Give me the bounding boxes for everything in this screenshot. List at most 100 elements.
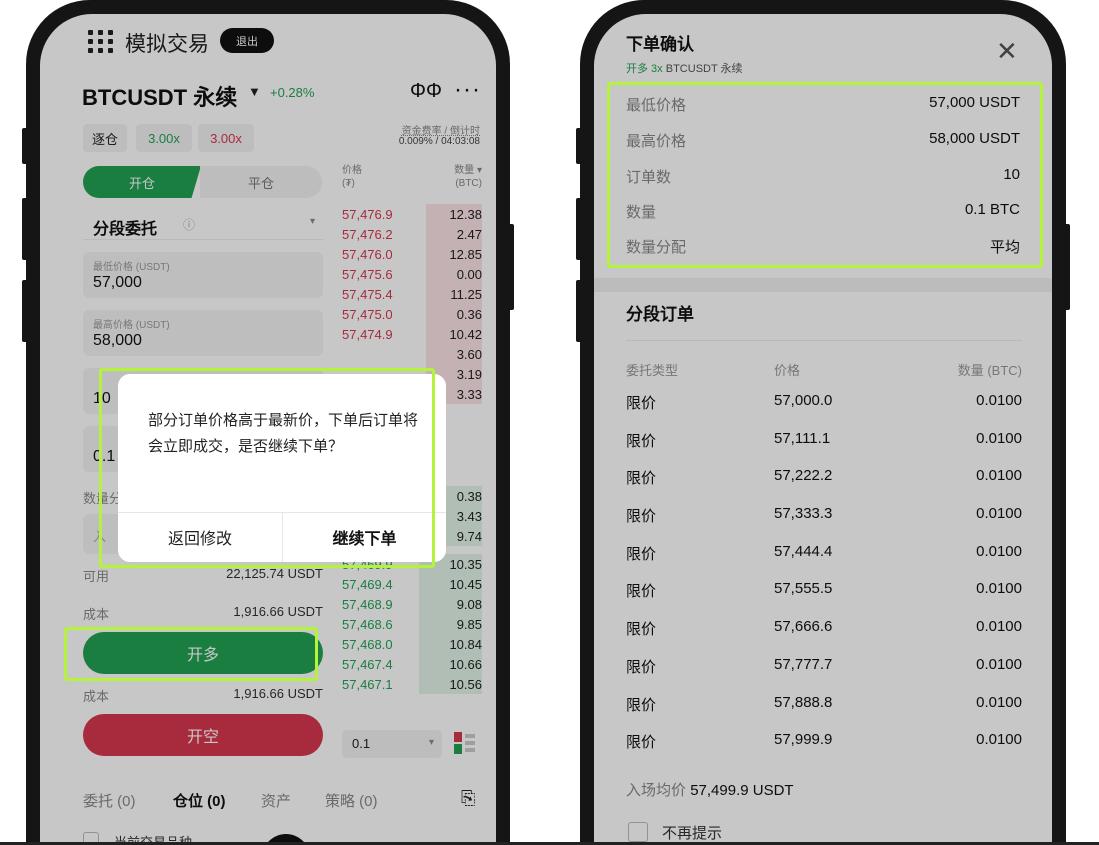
tab-positions[interactable]: 仓位 (0) bbox=[173, 790, 226, 811]
orderbook-layout-icon[interactable] bbox=[454, 732, 476, 754]
more-icon[interactable]: ··· bbox=[454, 76, 481, 104]
dropdown-caret-icon: ▾ bbox=[309, 216, 315, 227]
order-summary: 最低价格 57,000 USDT 最高价格 58,000 USDT 订单数 10 数量… bbox=[610, 84, 1036, 268]
short-leverage-button[interactable]: 3.00x bbox=[198, 124, 254, 152]
tab-open[interactable]: 开仓 bbox=[83, 166, 201, 198]
phone-side-button bbox=[576, 128, 582, 164]
confirm-title: 下单确认 bbox=[626, 35, 694, 54]
orderbook-qty-header[interactable]: 数量 ▾ (BTC) bbox=[422, 164, 482, 190]
order-count-value: 10 bbox=[93, 390, 111, 407]
funding-rate-value: 0.009% / 04:03:08 bbox=[398, 136, 480, 147]
open-long-button[interactable]: 开多 bbox=[83, 632, 323, 674]
table-header: 委托类型 价格 数量 (BTC) bbox=[626, 360, 1022, 378]
tab-close[interactable]: 平仓 bbox=[200, 166, 322, 198]
phone-side-button bbox=[22, 280, 28, 342]
confirm-subtitle: 开多 3x BTCUSDT 永续 bbox=[626, 60, 743, 76]
orderbook-price-unit: (₮) bbox=[342, 178, 355, 189]
phone-side-button bbox=[576, 198, 582, 260]
table-row: 限价 57,333.3 0.0100 bbox=[626, 505, 1022, 525]
high-price-value: 58,000 bbox=[93, 332, 142, 349]
tab-orders[interactable]: 委托 (0) bbox=[83, 790, 136, 811]
order-type-select[interactable]: 分段委托 ⓘ ▾ bbox=[83, 210, 323, 240]
pair-name[interactable]: BTCUSDT 永续 bbox=[82, 80, 237, 112]
back-to-edit-button[interactable]: 返回修改 bbox=[118, 512, 282, 562]
tab-strategies[interactable]: 策略 (0) bbox=[325, 790, 378, 811]
phone-side-button bbox=[576, 280, 582, 342]
table-row: 限价 57,777.7 0.0100 bbox=[626, 656, 1022, 676]
ask-row[interactable]: 57,475.6 0.00 bbox=[342, 264, 482, 284]
candlestick-icon[interactable]: ΦΦ bbox=[410, 80, 442, 103]
left-phone-screen: 模拟交易 退出 BTCUSDT 永续 ▼ +0.28% ΦΦ ··· 逐仓 3.… bbox=[40, 14, 496, 845]
ask-row[interactable]: 57,476.2 2.47 bbox=[342, 224, 482, 244]
section-divider bbox=[626, 340, 1022, 341]
cost-label-short: 成本 bbox=[83, 689, 110, 704]
ask-row[interactable]: 3.60 bbox=[342, 344, 482, 364]
summary-row: 数量分配 平均 bbox=[626, 239, 1020, 256]
summary-row: 最高价格 58,000 USDT bbox=[626, 130, 1020, 150]
orderbook-price-header: 价格 (₮) bbox=[342, 164, 362, 190]
summary-row: 订单数 10 bbox=[626, 166, 1020, 186]
bid-row[interactable]: 57,468.0 10.84 bbox=[342, 634, 482, 654]
cost-label: 成本 bbox=[83, 607, 110, 622]
open-short-button[interactable]: 开空 bbox=[83, 714, 323, 756]
phone-side-button bbox=[1064, 224, 1070, 310]
ask-row[interactable]: 57,476.0 12.85 bbox=[342, 244, 482, 264]
bid-row[interactable]: 57,467.4 10.66 bbox=[342, 654, 482, 674]
depth-select[interactable]: 0.1 ▾ bbox=[342, 730, 442, 758]
ask-row[interactable]: 57,475.0 0.36 bbox=[342, 304, 482, 324]
menu-grid-icon[interactable] bbox=[88, 30, 114, 53]
order-type-value: 分段委托 bbox=[93, 221, 158, 238]
orderbook-price-label: 价格 bbox=[342, 165, 362, 176]
qty-distribution-label: 数量分 bbox=[83, 491, 123, 506]
continue-order-button[interactable]: 继续下单 bbox=[283, 512, 446, 562]
info-icon[interactable]: ⓘ bbox=[183, 216, 195, 233]
bottom-tabs: 委托 (0) 仓位 (0) 资产 策略 (0) ⎘ bbox=[83, 788, 483, 814]
amount-placeholder: 入 bbox=[93, 529, 107, 544]
bid-row[interactable]: 57,468.6 9.85 bbox=[342, 614, 482, 634]
header-type: 委托类型 bbox=[626, 363, 679, 378]
orderbook-qty-unit: (BTC) bbox=[455, 178, 482, 189]
avg-label: 入场均价 bbox=[626, 782, 687, 799]
confirm-dialog: 部分订单价格高于最新价，下单后订单将会立即成交，是否继续下单？ 返回修改 继续下… bbox=[118, 374, 446, 562]
bid-row[interactable]: 57,469.4 10.45 bbox=[342, 574, 482, 594]
high-price-label: 最高价格 (USDT) bbox=[93, 320, 170, 331]
table-row: 限价 57,444.4 0.0100 bbox=[626, 543, 1022, 563]
dialog-message: 部分订单价格高于最新价，下单后订单将会立即成交，是否继续下单？ bbox=[148, 412, 419, 455]
summary-row: 最低价格 57,000 USDT bbox=[626, 94, 1020, 114]
table-row: 限价 57,666.6 0.0100 bbox=[626, 618, 1022, 638]
low-price-field[interactable]: 最低价格 (USDT) 57,000 bbox=[83, 252, 323, 298]
left-phone-frame: 模拟交易 退出 BTCUSDT 永续 ▼ +0.28% ΦΦ ··· 逐仓 3.… bbox=[26, 0, 510, 845]
long-leverage-button[interactable]: 3.00x bbox=[136, 124, 192, 152]
caret-down-icon[interactable]: ▼ bbox=[248, 84, 261, 99]
change-percent: +0.28% bbox=[270, 85, 315, 100]
ask-row[interactable]: 57,474.9 10.42 bbox=[342, 324, 482, 344]
order-pair: BTCUSDT 永续 bbox=[665, 63, 743, 75]
history-icon[interactable]: ⎘ bbox=[461, 788, 475, 809]
app-title: 模拟交易 bbox=[125, 33, 209, 56]
tab-assets[interactable]: 资产 bbox=[261, 790, 291, 811]
table-row: 限价 57,111.1 0.0100 bbox=[626, 430, 1022, 450]
header-qty: 数量 (BTC) bbox=[957, 363, 1022, 378]
phone-side-button bbox=[22, 128, 28, 164]
ask-row[interactable]: 57,476.9 12.38 bbox=[342, 204, 482, 224]
bid-row[interactable]: 57,467.1 10.56 bbox=[342, 674, 482, 694]
dont-show-label[interactable]: 不再提示 bbox=[662, 822, 722, 843]
funding-rate-label[interactable]: 资金费率 / 倒计时 bbox=[340, 122, 480, 137]
margin-mode-button[interactable]: 逐仓 bbox=[83, 124, 127, 152]
table-row: 限价 57,000.0 0.0100 bbox=[626, 392, 1022, 412]
cost-value-short: 1,916.66 USDT bbox=[233, 686, 323, 701]
low-price-label: 最低价格 (USDT) bbox=[93, 262, 170, 273]
average-entry-price: 入场均价 57,499.9 USDT bbox=[626, 779, 794, 800]
summary-row: 数量 0.1 BTC bbox=[626, 201, 1020, 221]
orderbook-qty-label: 数量 bbox=[454, 165, 475, 176]
order-side: 开多 3x bbox=[626, 63, 663, 75]
table-row: 限价 57,222.2 0.0100 bbox=[626, 467, 1022, 487]
table-row: 限价 57,888.8 0.0100 bbox=[626, 694, 1022, 714]
right-phone-screen: 下单确认 开多 3x BTCUSDT 永续 ✕ 最低价格 57,000 USDT … bbox=[594, 14, 1052, 845]
dont-show-checkbox[interactable] bbox=[628, 822, 648, 842]
exit-button[interactable]: 退出 bbox=[220, 28, 274, 53]
bid-row[interactable]: 57,468.9 9.08 bbox=[342, 594, 482, 614]
close-icon[interactable]: ✕ bbox=[996, 36, 1018, 67]
ask-row[interactable]: 57,475.4 11.25 bbox=[342, 284, 482, 304]
high-price-field[interactable]: 最高价格 (USDT) 58,000 bbox=[83, 310, 323, 356]
